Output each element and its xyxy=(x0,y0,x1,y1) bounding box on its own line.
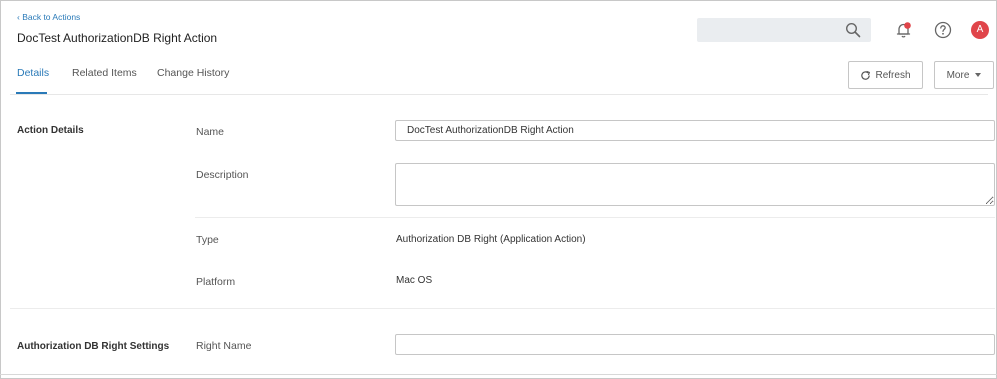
search-input[interactable] xyxy=(697,18,871,42)
tab-details[interactable]: Details xyxy=(17,67,49,79)
refresh-icon xyxy=(861,70,871,80)
name-field[interactable]: DocTest AuthorizationDB Right Action xyxy=(395,120,995,141)
platform-label: Platform xyxy=(196,276,236,288)
notification-dot-icon xyxy=(904,22,911,29)
tabs-divider xyxy=(10,94,988,95)
right-name-field[interactable] xyxy=(395,334,995,355)
tab-related-items[interactable]: Related Items xyxy=(72,67,137,79)
more-button[interactable]: More xyxy=(934,61,994,89)
back-to-actions-link[interactable]: ‹ Back to Actions xyxy=(17,12,80,22)
right-name-label: Right Name xyxy=(196,340,252,352)
more-label: More xyxy=(946,69,970,81)
section-divider xyxy=(10,308,995,309)
bell-icon[interactable] xyxy=(895,21,913,39)
tab-change-history[interactable]: Change History xyxy=(157,67,229,79)
platform-value: Mac OS xyxy=(396,275,433,286)
section-title-right-settings: Authorization DB Right Settings xyxy=(17,341,170,352)
refresh-button[interactable]: Refresh xyxy=(848,61,923,89)
type-label: Type xyxy=(196,234,219,246)
name-label: Name xyxy=(196,126,225,138)
divider xyxy=(195,217,995,218)
search-icon[interactable] xyxy=(845,22,861,38)
description-field[interactable] xyxy=(395,163,995,206)
section-title-action-details: Action Details xyxy=(17,125,84,136)
type-value: Authorization DB Right (Application Acti… xyxy=(396,234,586,245)
description-label: Description xyxy=(196,169,249,181)
help-icon[interactable] xyxy=(934,21,952,39)
bottom-divider xyxy=(0,374,997,375)
avatar[interactable]: A xyxy=(971,21,989,39)
chevron-down-icon xyxy=(975,73,982,77)
refresh-label: Refresh xyxy=(875,69,911,81)
page-title: DocTest AuthorizationDB Right Action xyxy=(17,31,218,45)
